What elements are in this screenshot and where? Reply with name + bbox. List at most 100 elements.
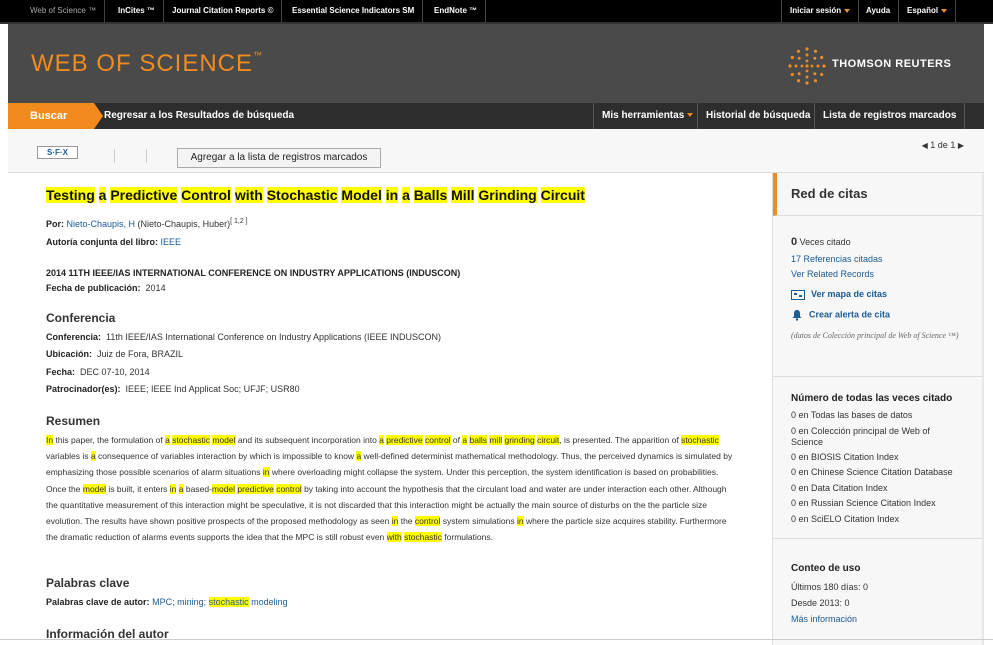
abstract-text: consequence of variables interaction by … <box>95 451 357 462</box>
times-cited-line: 0 Veces citado <box>791 236 851 248</box>
top-navigation-bar: Web of Science ™ InCites ™ Journal Citat… <box>0 0 993 24</box>
publication-date-line: Fecha de publicación: 2014 <box>46 283 166 293</box>
signin-menu[interactable]: Iniciar sesión <box>781 0 860 22</box>
usage-count-heading: Conteo de uso <box>791 563 861 574</box>
sfx-link-button[interactable]: S·F·X <box>37 146 78 159</box>
abstract-highlighted-term: predictive <box>237 483 274 494</box>
language-menu[interactable]: Español <box>899 0 957 22</box>
back-to-results-link[interactable]: Regresar a los Resultados de búsqueda <box>96 103 302 129</box>
title-highlighted-term: Predictive <box>110 187 178 203</box>
keyword-links[interactable]: MPC; mining; <box>152 597 209 607</box>
search-history-link[interactable]: Historial de búsqueda <box>697 103 818 129</box>
times-cited-dci: 0 en Data Citation Index <box>791 483 888 493</box>
abstract-text: is built, it enters <box>106 483 170 494</box>
abstract-highlighted-term: circuit <box>537 435 560 445</box>
logo-text: WEB OF SCIENCE <box>31 50 254 77</box>
sfx-label: S·F·X <box>47 148 68 157</box>
web-of-science-logo[interactable]: WEB OF SCIENCE™ <box>31 50 263 78</box>
conference-date: DEC 07-10, 2014 <box>80 367 150 377</box>
abstract-highlighted-term: model <box>82 483 107 494</box>
title-highlighted-term: Grinding <box>478 187 537 203</box>
next-record-icon[interactable]: ▶ <box>958 141 964 150</box>
record-toolbar: S·F·X Agregar a la lista de registros ma… <box>8 129 984 173</box>
sponsor-label: Patrocinador(es): <box>46 384 121 394</box>
conference-date-label: Fecha: <box>46 367 76 377</box>
abstract-highlighted-term: control <box>276 483 302 494</box>
help-link[interactable]: Ayuda <box>858 0 900 22</box>
citation-network-title: Red de citas <box>791 186 868 201</box>
usage-last-180-days: Últimos 180 días: 0 <box>791 582 869 592</box>
chevron-down-icon <box>687 113 694 118</box>
topbar-link-endnote[interactable]: EndNote ™ <box>426 0 487 22</box>
toolbar-divider <box>114 149 115 163</box>
conference-date-line: Fecha: DEC 07-10, 2014 <box>46 367 150 377</box>
abstract-highlighted-term: with <box>386 532 402 543</box>
my-tools-menu[interactable]: Mis herramientas <box>593 103 701 129</box>
abstract-highlighted-term: stochastic <box>172 435 210 445</box>
topbar-link-jcr[interactable]: Journal Citation Reports © <box>164 0 283 22</box>
author-affiliation-ref[interactable]: [ 1,2 ] <box>230 218 248 225</box>
prev-record-icon[interactable]: ◀ <box>922 141 928 150</box>
page-bottom-border <box>0 639 993 640</box>
topbar-link-incites[interactable]: InCites ™ <box>110 0 164 22</box>
sponsor-line: Patrocinador(es): IEEE; IEEE Ind Applica… <box>46 384 300 394</box>
keyword-link-stochastic[interactable]: stochastic <box>208 597 249 607</box>
times-cited-core-collection: 0 en Colección principal de Web of Scien… <box>791 426 930 447</box>
brand-text: THOMSON REUTERS <box>832 58 952 70</box>
author-keywords-label: Palabras clave de autor: <box>46 597 150 607</box>
abstract-text: variables is <box>46 451 91 462</box>
topbar-link-wos[interactable]: Web of Science ™ <box>22 0 106 22</box>
abstract-highlighted-term: control <box>425 435 451 445</box>
author-link[interactable]: Nieto-Chaupis, H <box>67 219 136 229</box>
record-main: Testing a Predictive Control with Stocha… <box>8 173 772 645</box>
citation-network-sidebar: Red de citas 0 Veces citado 17 Referenci… <box>772 173 983 645</box>
times-cited-scielo: 0 en SciELO Citation Index <box>791 514 900 524</box>
related-records-link[interactable]: Ver Related Records <box>791 269 874 279</box>
times-cited-biosis: 0 en BIOSIS Citation Index <box>791 452 899 462</box>
abstract-highlighted-term: control <box>414 516 441 527</box>
marked-list-link[interactable]: Lista de registros marcados <box>814 103 966 129</box>
all-times-cited-heading: Número de todas las veces citado <box>791 393 953 404</box>
citation-map-link[interactable]: Ver mapa de citas <box>791 289 887 300</box>
publication-date: 2014 <box>145 283 166 293</box>
add-to-marked-list-button[interactable]: Agregar a la lista de registros marcados <box>177 148 381 168</box>
title-text <box>537 187 541 203</box>
title-highlighted-term: Testing <box>46 187 95 203</box>
abstract-highlighted-term: in <box>262 467 270 478</box>
abstract-highlighted-term: predictive <box>386 435 423 445</box>
more-info-link[interactable]: Más información <box>791 614 857 624</box>
citation-map-label: Ver mapa de citas <box>811 289 888 299</box>
abstract-text: formulations. <box>441 532 493 543</box>
header-banner: WEB OF SCIENCE™ THOMSON REUTERS <box>8 24 984 103</box>
corporate-author-link[interactable]: IEEE <box>161 237 182 247</box>
keywords-heading: Palabras clave <box>46 576 130 590</box>
thomson-reuters-dot-logo-icon <box>788 47 826 85</box>
sponsors: IEEE; IEEE Ind Applicat Soc; UFJF; USR80 <box>125 384 300 394</box>
citation-network-header: Red de citas <box>773 173 983 216</box>
abstract-text: based- <box>183 483 212 494</box>
search-tab[interactable]: Buscar <box>8 103 103 129</box>
times-cited-all-databases: 0 en Todas las bases de datos <box>791 410 913 420</box>
title-highlighted-term: a <box>402 187 410 203</box>
create-citation-alert-link[interactable]: Crear alerta de cita <box>791 309 890 321</box>
abstract-highlighted-term: in <box>516 516 524 527</box>
chevron-down-icon <box>844 8 851 13</box>
page-edge <box>982 173 984 645</box>
abstract-highlighted-term: balls <box>469 435 487 445</box>
keyword-link-modeling[interactable]: modeling <box>249 597 288 607</box>
usage-since-2013: Desde 2013: 0 <box>791 598 850 608</box>
conference-series: 2014 11TH IEEE/IAS INTERNATIONAL CONFERE… <box>46 268 461 278</box>
conference-label: Conferencia: <box>46 332 102 342</box>
title-highlighted-term: Control <box>181 187 231 203</box>
abstract-text: system simulations <box>440 516 517 527</box>
times-cited-rsci: 0 en Russian Science Citation Index <box>791 498 936 508</box>
cited-references-link[interactable]: 17 Referencias citadas <box>791 254 883 264</box>
authors-line: Por: Nieto-Chaupis, H (Nieto-Chaupis, Hu… <box>46 218 248 229</box>
abstract-text: and its subsequent incorporation into <box>235 435 380 445</box>
main-nav: Buscar Regresar a los Resultados de búsq… <box>8 103 984 129</box>
topbar-link-esi[interactable]: Essential Science Indicators SM <box>284 0 424 22</box>
corporate-author-label: Autoría conjunta del libro: <box>46 237 158 247</box>
author-full-name: (Nieto-Chaupis, Huber) <box>135 219 231 229</box>
author-keywords-line: Palabras clave de autor: MPC; mining; st… <box>46 597 288 607</box>
abstract-text: this paper, the formulation of <box>53 435 166 445</box>
